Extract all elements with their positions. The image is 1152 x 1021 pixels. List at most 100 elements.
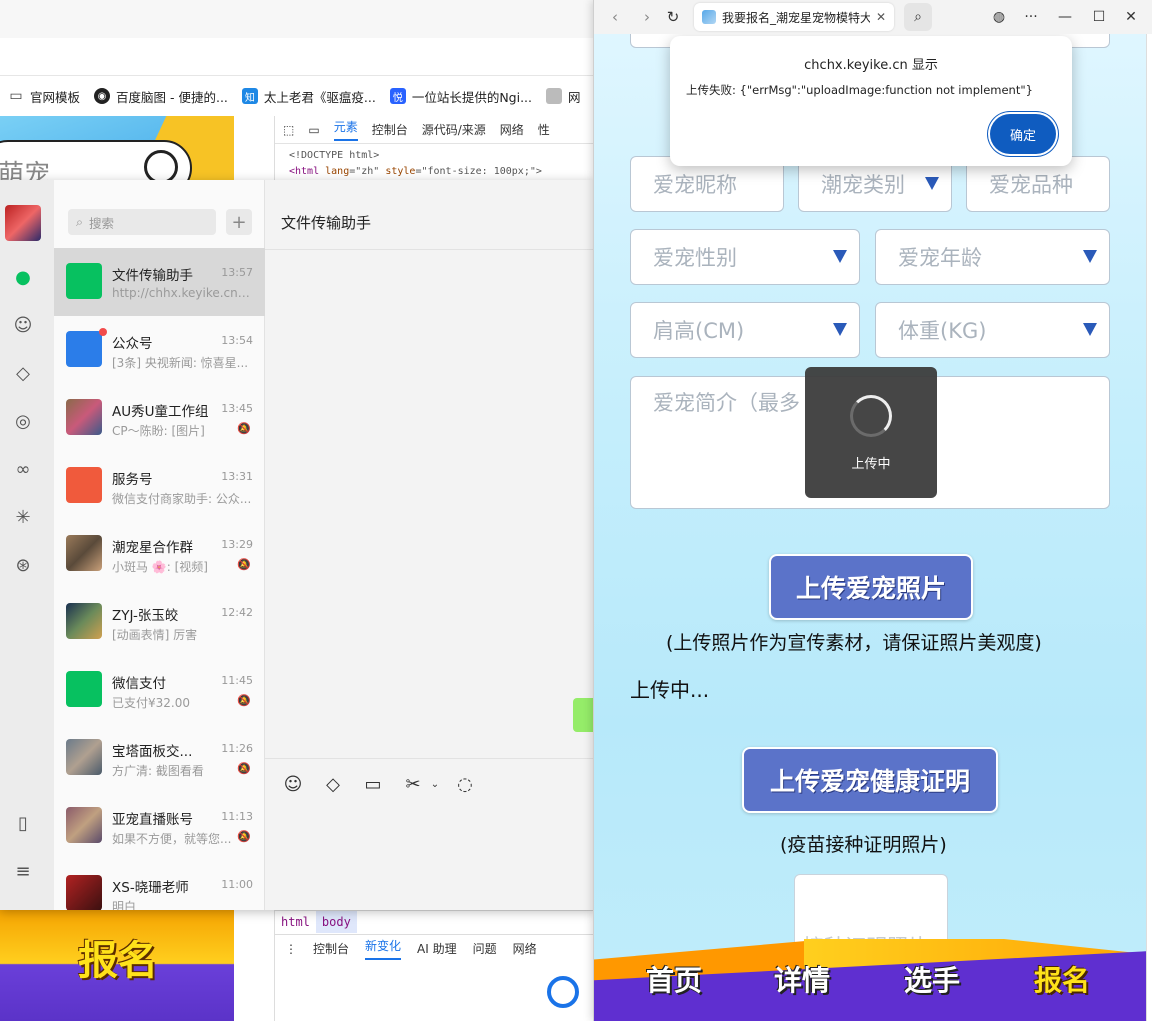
chat-time: 13:57: [221, 266, 253, 279]
chat-item[interactable]: 文件传输助手 13:57 http://chhx.keyike.cn/...: [54, 248, 265, 316]
drawer-tab-console[interactable]: 控制台: [313, 940, 349, 957]
background-tabstrip: [0, 0, 594, 38]
devtools-tab-performance[interactable]: 性: [538, 121, 550, 138]
more-icon[interactable]: ···: [1020, 6, 1042, 28]
bookmark-4[interactable]: 悦 一位站长提供的Ngi...: [389, 87, 533, 106]
contacts-icon[interactable]: ☺: [12, 314, 34, 336]
chat-time: 11:13: [221, 810, 253, 823]
add-button[interactable]: +: [226, 209, 252, 235]
emoji-icon[interactable]: ☺: [281, 772, 305, 796]
bookmark-5[interactable]: 网: [546, 87, 581, 106]
phone-icon[interactable]: ▯: [12, 812, 34, 834]
devtools-tab-network[interactable]: 网络: [500, 121, 524, 138]
mini-programs-icon[interactable]: ⊛: [12, 554, 34, 576]
upload-health-button[interactable]: 上传爱宠健康证明: [742, 747, 998, 813]
dom-attr: lang: [319, 166, 350, 177]
crumb-body[interactable]: body: [315, 910, 357, 933]
drawer-tab-ai[interactable]: AI 助理: [417, 940, 457, 957]
bookmark-label: 一位站长提供的Ngi...: [411, 89, 533, 105]
dom-line-doctype[interactable]: <!DOCTYPE html>: [289, 148, 580, 164]
official-account-icon: [66, 331, 102, 367]
upload-photo-button[interactable]: 上传爱宠照片: [769, 554, 973, 620]
favorites-icon[interactable]: ◇: [321, 772, 345, 796]
intro-placeholder: 爱宠简介（最多: [653, 391, 800, 415]
chat-item[interactable]: AU秀U童工作组 13:45 CP～陈盼: [图片] 🔕: [54, 384, 265, 452]
chat-name: XS-晓珊老师: [112, 880, 189, 896]
chat-item[interactable]: 微信支付 11:45 已支付¥32.00 🔕: [54, 656, 265, 724]
nav-details[interactable]: 详情: [774, 959, 830, 999]
moments-icon[interactable]: ◎: [12, 410, 34, 432]
page-bottom-label[interactable]: 报名: [78, 928, 158, 986]
scissors-icon[interactable]: ✂: [401, 772, 425, 796]
chat-item[interactable]: 宝塔面板交... 11:26 方广清: 截图看看 🔕: [54, 724, 265, 792]
nav-home[interactable]: 首页: [646, 959, 702, 999]
chevron-down-icon[interactable]: ⌄: [423, 772, 447, 796]
divider: [265, 249, 594, 250]
chat-name: ZYJ-张玉皎: [112, 608, 179, 624]
devtools-tab-elements[interactable]: 元素: [333, 118, 358, 141]
weight-placeholder: 体重(KG): [898, 319, 987, 343]
chat-item[interactable]: XS-晓珊老师 11:00 明白: [54, 860, 265, 910]
drawer-tab-issues[interactable]: 问题: [473, 940, 497, 957]
nav-register[interactable]: 报名: [1034, 959, 1090, 999]
chat-item[interactable]: 服务号 13:31 微信支付商家助手: 公众...: [54, 452, 265, 520]
chevron-down-icon: [833, 250, 847, 263]
maximize-icon[interactable]: ☐: [1088, 6, 1110, 28]
chat-name: 服务号: [112, 472, 153, 488]
favorites-icon[interactable]: ◇: [12, 362, 34, 384]
group-avatar: [66, 535, 102, 571]
search-feature-icon[interactable]: ✳: [12, 506, 34, 528]
age-select[interactable]: 爱宠年龄: [875, 229, 1110, 285]
chat-item[interactable]: ZYJ-张玉皎 12:42 [动画表情] 厉害: [54, 588, 265, 656]
search-tab-icon[interactable]: ⌕: [904, 3, 932, 31]
more-icon[interactable]: ⋮: [285, 942, 297, 956]
chat-time: 13:45: [221, 402, 253, 415]
forward-icon[interactable]: ›: [636, 6, 658, 28]
yue-icon: 悦: [389, 88, 406, 104]
crumb-html[interactable]: html: [275, 911, 316, 933]
group-avatar: [66, 399, 102, 435]
chat-item[interactable]: 公众号 13:54 [3条] 央视新闻: 惊喜星...: [54, 316, 265, 384]
chevron-down-icon: [925, 177, 939, 190]
gender-select[interactable]: 爱宠性别: [630, 229, 860, 285]
back-icon[interactable]: ‹: [604, 6, 626, 28]
weight-select[interactable]: 体重(KG): [875, 302, 1110, 358]
search-input[interactable]: ⌕ 搜索: [68, 209, 216, 235]
devtools-tab-console[interactable]: 控制台: [372, 121, 408, 138]
confirm-button[interactable]: 确定: [990, 114, 1056, 154]
channels-icon[interactable]: ∞: [12, 458, 34, 480]
chat-history-icon[interactable]: ◌: [453, 772, 477, 796]
bookmark-3[interactable]: 知 太上老君《驱瘟疫...: [241, 87, 376, 106]
dom-value: ="font-size: 100px;">: [415, 166, 542, 177]
drawer-tab-network[interactable]: 网络: [513, 940, 537, 957]
devtools-drawer-tabs: ⋮ 控制台 新变化 AI 助理 问题 网络: [275, 934, 595, 962]
bookmark-label: 太上老君《驱瘟疫...: [263, 89, 376, 105]
browser-tab[interactable]: 我要报名_潮宠星宠物模特大 ✕: [694, 3, 894, 31]
folder-icon[interactable]: ▭: [361, 772, 385, 796]
minimize-icon[interactable]: —: [1054, 6, 1076, 28]
globe-icon[interactable]: ◍: [988, 6, 1010, 28]
zhihu-icon: 知: [241, 88, 258, 104]
bookmark-2[interactable]: ◉ 百度脑图 - 便捷的...: [94, 87, 228, 106]
bookmark-1[interactable]: ▭ 官网模板: [8, 87, 80, 106]
chat-item[interactable]: 亚宠直播账号 11:13 如果不方便，就等您... 🔕: [54, 792, 265, 860]
close-tab-icon[interactable]: ✕: [876, 10, 886, 24]
avatar[interactable]: [5, 205, 41, 241]
drawer-tab-whats-new[interactable]: 新变化: [365, 937, 402, 960]
inspect-icon[interactable]: ⬚: [283, 123, 294, 137]
message-bubble[interactable]: [573, 698, 594, 732]
close-window-icon[interactable]: ✕: [1120, 6, 1142, 28]
chat-preview: 方广清: 截图看看: [112, 764, 204, 778]
shoulder-height-select[interactable]: 肩高(CM): [630, 302, 860, 358]
nav-contestants[interactable]: 选手: [904, 959, 960, 999]
devtools-tab-sources[interactable]: 源代码/来源: [422, 121, 486, 138]
search-placeholder: 搜索: [89, 215, 115, 231]
background-address-bar: [0, 38, 594, 76]
device-toggle-icon[interactable]: ▭: [308, 123, 319, 137]
menu-icon[interactable]: ≡: [12, 860, 34, 882]
chat-item[interactable]: 潮宠星合作群 13:29 小斑马 🌸: [视频] 🔕: [54, 520, 265, 588]
category-placeholder: 潮宠类别: [821, 173, 905, 197]
refresh-icon[interactable]: ↻: [662, 6, 684, 28]
chat-icon[interactable]: ●: [12, 266, 34, 288]
bookmarks-bar: ▭ 官网模板 ◉ 百度脑图 - 便捷的... 知 太上老君《驱瘟疫... 悦 一…: [0, 78, 594, 114]
